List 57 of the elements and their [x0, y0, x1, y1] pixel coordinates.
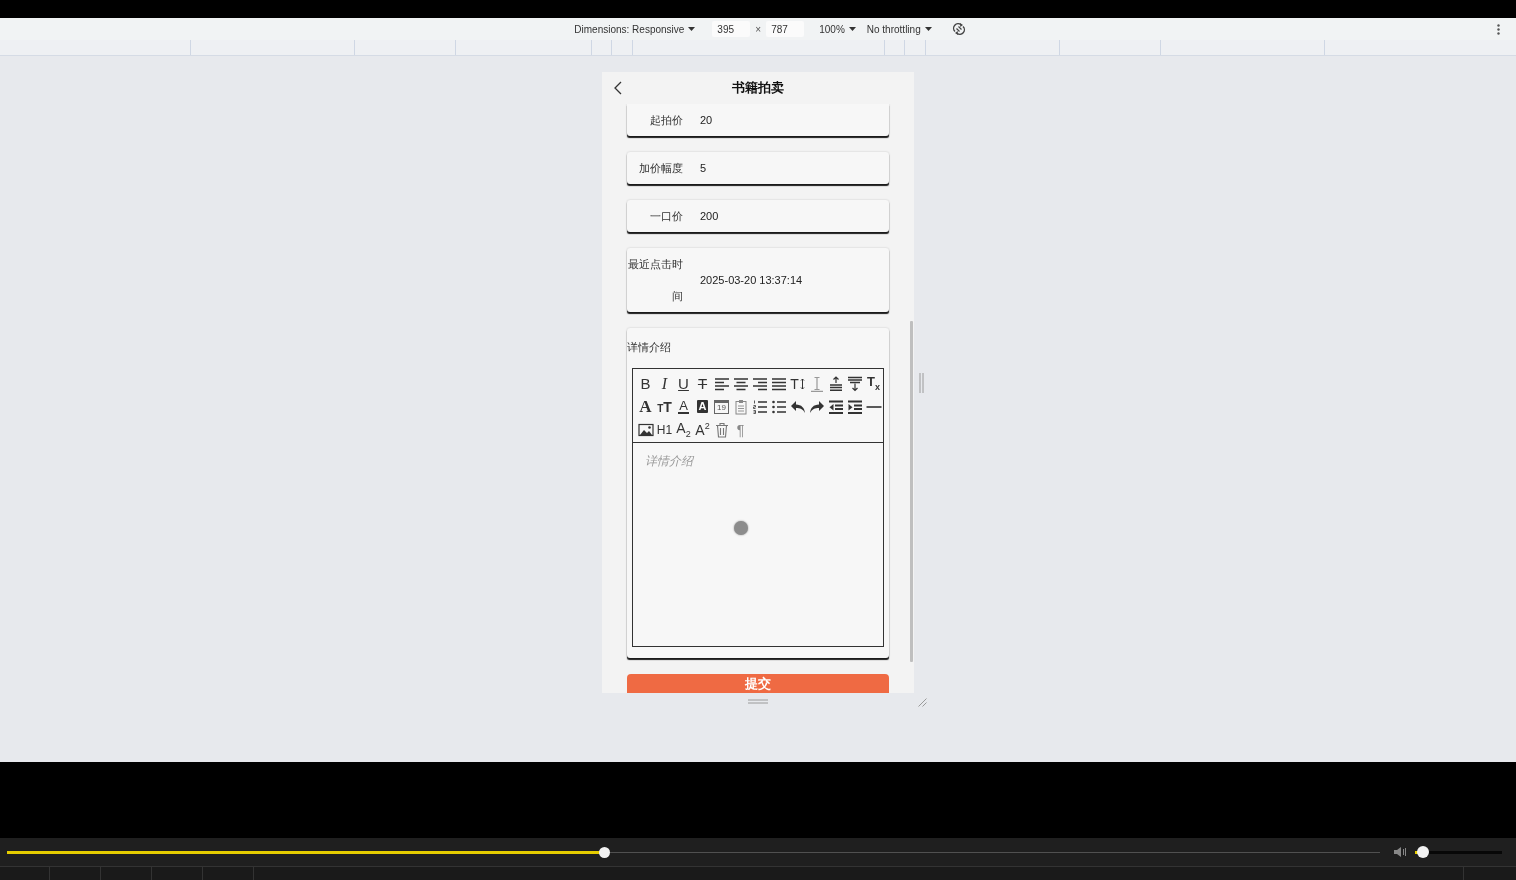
field-value: 20: [700, 114, 713, 126]
image-icon[interactable]: [637, 421, 654, 438]
resize-handle-icon[interactable]: [919, 372, 924, 393]
clipboard-icon[interactable]: [732, 398, 749, 415]
rotate-icon[interactable]: [951, 22, 966, 36]
trash-icon[interactable]: [713, 421, 730, 438]
height-input[interactable]: 787: [766, 21, 805, 37]
underline-button[interactable]: U: [674, 372, 693, 395]
field-value: 200: [700, 210, 719, 222]
scrollbar-thumb[interactable]: [910, 321, 913, 662]
field-value: 2025-03-20 13:37:14: [700, 274, 803, 286]
volume-icon[interactable]: [1393, 846, 1407, 858]
caret-icon: [924, 27, 932, 31]
throttling-dropdown[interactable]: No throttling: [866, 23, 932, 35]
touch-cursor-icon: [734, 521, 748, 535]
align-center-icon[interactable]: [732, 375, 749, 392]
strikethrough-button[interactable]: T: [693, 372, 712, 395]
bold-button[interactable]: B: [636, 372, 655, 395]
superscript-button[interactable]: A$^{2}$: [693, 418, 712, 441]
indent-icon[interactable]: [846, 398, 863, 415]
numbered-list-icon[interactable]: [751, 398, 768, 415]
bulleted-list-icon[interactable]: [770, 398, 787, 415]
back-icon[interactable]: [613, 81, 622, 95]
field-label: 一口价: [649, 209, 683, 224]
zoom-dropdown[interactable]: 100%: [819, 23, 856, 35]
space-before-icon[interactable]: [827, 375, 844, 392]
page-title: 书籍拍卖: [731, 79, 785, 97]
progress-handle[interactable]: [599, 846, 611, 858]
font-family-button[interactable]: A: [636, 395, 655, 418]
more-options-icon[interactable]: [1497, 23, 1500, 35]
subscript-button[interactable]: A$_{2}$: [674, 418, 693, 441]
field-label: 最近点击时间: [627, 257, 683, 304]
field-label: 加价幅度: [638, 161, 683, 176]
volume-handle[interactable]: [1416, 846, 1429, 858]
space-after-icon[interactable]: [846, 375, 863, 392]
caret-icon: [848, 27, 856, 31]
justify-icon[interactable]: [770, 375, 787, 392]
width-input[interactable]: 395: [712, 21, 751, 37]
heading-button[interactable]: H1: [655, 418, 674, 441]
align-left-icon[interactable]: [713, 375, 730, 392]
font-color-button[interactable]: A: [674, 395, 693, 418]
field-label: 详情介绍: [627, 340, 671, 355]
align-right-icon[interactable]: [751, 375, 768, 392]
field-value: 5: [700, 162, 707, 174]
font-size-button[interactable]: TT: [655, 395, 674, 418]
field-label: 起拍价: [649, 113, 683, 128]
text-size-button[interactable]: T: [788, 372, 807, 395]
italic-button[interactable]: I: [655, 372, 674, 395]
background-color-button[interactable]: A: [693, 395, 712, 418]
times-sign: ×: [755, 23, 762, 35]
outdent-icon[interactable]: [827, 398, 844, 415]
resize-handle-icon[interactable]: [748, 699, 768, 704]
caret-icon: [688, 27, 696, 31]
dimensions-dropdown[interactable]: Dimensions: Responsive: [574, 23, 696, 35]
redo-icon[interactable]: [808, 398, 825, 415]
up-down-arrow-icon: [799, 377, 805, 390]
clear-format-button[interactable]: T$_{x}$: [864, 372, 883, 395]
